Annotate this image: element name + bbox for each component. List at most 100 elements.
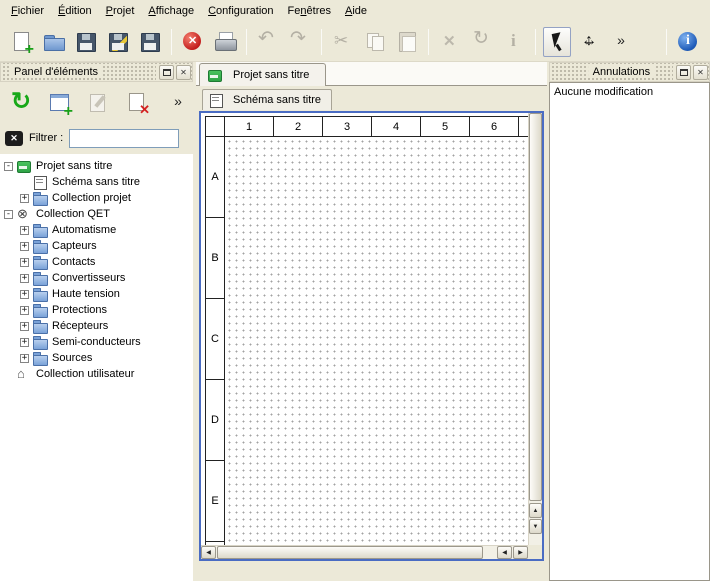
menu-affichage[interactable]: Affichage xyxy=(141,2,201,20)
close-panel-button[interactable]: ✕ xyxy=(693,65,708,80)
move-tool-button[interactable] xyxy=(575,27,603,57)
filter-input[interactable] xyxy=(69,129,179,148)
undo-list[interactable]: Aucune modification xyxy=(549,82,710,581)
tree-item-label: Projet sans titre xyxy=(36,160,112,172)
edit-element-icon xyxy=(87,91,111,115)
tree-expander-icon[interactable]: + xyxy=(20,194,29,203)
new-element-button[interactable] xyxy=(43,88,77,118)
tree-item-label: Contacts xyxy=(52,256,95,268)
tree-item[interactable]: Schéma sans titre xyxy=(0,174,193,190)
elements-panel-titlebar[interactable]: Panel d'éléments ✕ xyxy=(0,62,193,82)
toolbar-overflow-button[interactable] xyxy=(607,27,635,57)
select-tool-button[interactable] xyxy=(543,27,571,57)
save-as-button[interactable] xyxy=(104,27,132,57)
undo-panel-titlebar[interactable]: Annulations ✕ xyxy=(549,62,710,82)
filter-clear-icon[interactable] xyxy=(5,131,23,146)
tree-item[interactable]: +Semi-conducteurs xyxy=(0,334,193,350)
dock-buttons: ✕ xyxy=(673,65,708,80)
paste-icon xyxy=(395,30,419,54)
tree-expander-icon[interactable]: + xyxy=(20,322,29,331)
copy-button[interactable] xyxy=(361,27,389,57)
tree-item[interactable]: +Haute tension xyxy=(0,286,193,302)
paste-button[interactable] xyxy=(393,27,421,57)
folder-icon xyxy=(33,240,48,253)
element-info-button[interactable] xyxy=(500,27,528,57)
tree-expander-icon[interactable]: + xyxy=(20,338,29,347)
tree-item[interactable]: +Sources xyxy=(0,350,193,366)
column-header: 3 xyxy=(323,116,372,137)
dock-buttons: ✕ xyxy=(156,65,191,80)
tree-item[interactable]: +Collection projet xyxy=(0,190,193,206)
print-button[interactable] xyxy=(211,27,239,57)
tree-expander-icon[interactable]: - xyxy=(4,210,13,219)
tree-expander-icon[interactable]: + xyxy=(20,226,29,235)
folder-icon xyxy=(33,336,48,349)
float-panel-button[interactable] xyxy=(159,65,174,80)
tree-item[interactable]: +Protections xyxy=(0,302,193,318)
column-header: 6 xyxy=(470,116,519,137)
schema-canvas[interactable]: 123456 ABCDE xyxy=(201,113,528,545)
tree-expander-icon[interactable]: + xyxy=(20,290,29,299)
scrollbar-corner xyxy=(528,545,542,559)
save-all-button[interactable] xyxy=(136,27,164,57)
tree-expander-icon[interactable]: + xyxy=(20,354,29,363)
folder-icon xyxy=(33,192,48,205)
tree-item[interactable]: +Convertisseurs xyxy=(0,270,193,286)
new-document-button[interactable] xyxy=(8,27,36,57)
tree-item[interactable]: + Automatisme xyxy=(0,222,193,238)
tree-item[interactable]: - Projet sans titre xyxy=(0,158,193,174)
scroll-down-button[interactable]: ▼ xyxy=(529,519,542,534)
hscroll-thumb[interactable] xyxy=(217,546,483,559)
delete-element-button[interactable] xyxy=(121,88,155,118)
tree-item-label: Automatisme xyxy=(52,224,116,236)
edit-element-button[interactable] xyxy=(82,88,116,118)
horizontal-scrollbar[interactable]: ◀ ◀ ▶ xyxy=(201,545,528,559)
row-headers: ABCDE xyxy=(205,137,225,545)
save-button[interactable] xyxy=(72,27,100,57)
menu-configuration[interactable]: Configuration xyxy=(201,2,280,20)
scroll-left-button[interactable]: ◀ xyxy=(201,546,216,559)
copy-icon xyxy=(363,30,387,54)
schema-tabbar: Schéma sans titre xyxy=(196,87,547,110)
tree-item[interactable]: - Collection QET xyxy=(0,206,193,222)
close-file-button[interactable] xyxy=(179,27,207,57)
tab-project[interactable]: Projet sans titre xyxy=(199,63,326,86)
menu-fenetres[interactable]: Fenêtres xyxy=(281,2,338,20)
delete-button[interactable] xyxy=(436,27,464,57)
tree-expander-icon[interactable]: + xyxy=(20,274,29,283)
tree-expander-icon[interactable]: - xyxy=(4,162,13,171)
vscroll-thumb[interactable] xyxy=(529,113,542,501)
panel-overflow-button[interactable] xyxy=(169,88,187,118)
schema-grid[interactable] xyxy=(226,138,528,545)
close-panel-button[interactable]: ✕ xyxy=(176,65,191,80)
menu-edition[interactable]: Édition xyxy=(51,2,99,20)
menu-projet[interactable]: Projet xyxy=(99,2,142,20)
scroll-up-button[interactable]: ▲ xyxy=(529,503,542,518)
scroll-right-button[interactable]: ▶ xyxy=(513,546,528,559)
scroll-left-button-2[interactable]: ◀ xyxy=(497,546,512,559)
about-qet-button[interactable] xyxy=(674,27,702,57)
tree-item[interactable]: +Capteurs xyxy=(0,238,193,254)
tree-expander-icon[interactable]: + xyxy=(20,242,29,251)
menu-aide[interactable]: Aide xyxy=(338,2,374,20)
cut-button[interactable] xyxy=(329,27,357,57)
tab-schema-label: Schéma sans titre xyxy=(233,94,321,106)
tab-schema[interactable]: Schéma sans titre xyxy=(202,89,332,110)
menu-fichier[interactable]: Fichier xyxy=(4,2,51,20)
reload-collections-button[interactable] xyxy=(4,88,38,118)
rotate-button[interactable] xyxy=(468,27,496,57)
float-panel-button[interactable] xyxy=(676,65,691,80)
tree-expander-icon[interactable]: + xyxy=(20,306,29,315)
tree-expander-icon[interactable]: + xyxy=(20,258,29,267)
undo-button[interactable] xyxy=(254,27,282,57)
schema-view[interactable]: 123456 ABCDE ▲ ▼ ◀ ◀ ▶ xyxy=(199,111,544,561)
tree-item-label: Collection QET xyxy=(36,208,110,220)
tree-item[interactable]: Collection utilisateur xyxy=(0,366,193,382)
open-document-button[interactable] xyxy=(40,27,68,57)
column-header: 2 xyxy=(274,116,323,137)
redo-button[interactable] xyxy=(286,27,314,57)
tree-item[interactable]: + Contacts xyxy=(0,254,193,270)
project-tabbar: Projet sans titre xyxy=(196,62,547,86)
tree-item[interactable]: +Récepteurs xyxy=(0,318,193,334)
vertical-scrollbar[interactable]: ▲ ▼ xyxy=(528,113,542,545)
